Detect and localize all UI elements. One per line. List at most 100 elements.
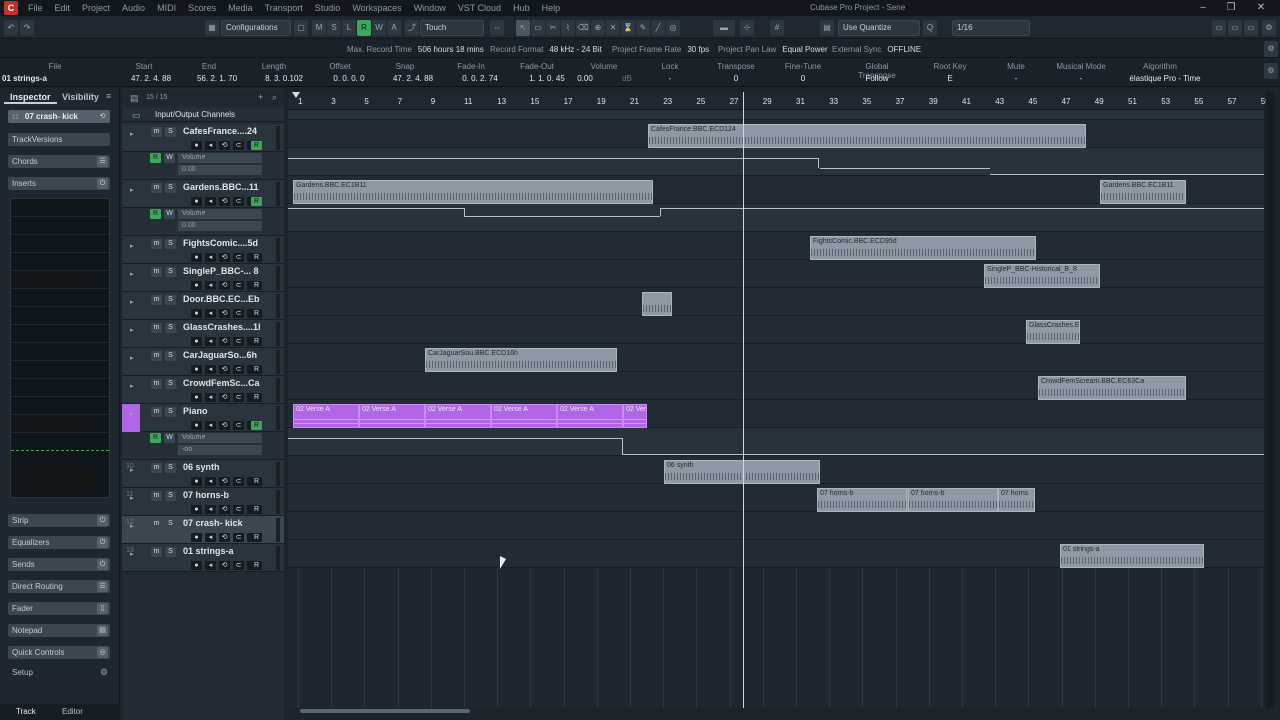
solo-button[interactable]: S [165, 547, 176, 557]
track-name[interactable]: Door.BBC.EC...Eb [183, 294, 260, 304]
track-row[interactable]: ▸mSSingleP_BBC-... 8●◂⟲⊂≡R [122, 264, 284, 292]
mute-all-button[interactable]: M [312, 20, 326, 36]
track-name[interactable]: Gardens.BBC...11 [183, 182, 259, 192]
line-tool-icon[interactable]: ╱ [651, 20, 665, 36]
audio-event[interactable]: 06 synth [664, 460, 820, 484]
monitor-icon[interactable]: ◂ [205, 365, 216, 374]
mute-button[interactable]: m [151, 127, 162, 137]
quantize-value-dropdown[interactable]: 1/16 [952, 20, 1030, 36]
automation-lane[interactable] [288, 148, 1264, 176]
split-tool-icon[interactable]: ✂ [546, 20, 560, 36]
monitor-icon[interactable]: ◂ [205, 337, 216, 346]
read-automation-icon[interactable]: R [251, 309, 262, 318]
lock-icon[interactable]: ⊂ [233, 365, 244, 374]
write-automation-button[interactable]: W [372, 20, 386, 36]
fader-icon[interactable]: ▯ [97, 603, 108, 614]
expand-track-icon[interactable]: ▸ [130, 242, 134, 250]
automation-lane-header[interactable]: R W Volume -oo [122, 432, 284, 460]
monitor-icon[interactable]: ◂ [205, 309, 216, 318]
audio-event[interactable]: 07 horns-b [817, 488, 907, 512]
bottom-tab-editor[interactable]: Editor [62, 707, 83, 716]
read-automation-icon[interactable]: R [251, 281, 262, 290]
section-quick-controls[interactable]: Quick Controls ◎ [8, 646, 110, 659]
monitor-icon[interactable]: ◂ [205, 477, 216, 486]
glue-tool-icon[interactable]: ⌇ [561, 20, 575, 36]
lock-icon[interactable]: ⊂ [233, 337, 244, 346]
menu-transport[interactable]: Transport [259, 3, 309, 13]
audio-event[interactable]: 01 strings-a [1060, 544, 1204, 568]
expand-track-icon[interactable]: ▸ [130, 270, 134, 278]
read-automation-button[interactable]: R [357, 20, 371, 36]
configurations-dropdown[interactable]: Configurations [221, 20, 291, 36]
object-selection-tool-icon[interactable]: ↖ [516, 20, 530, 36]
timebase-icon[interactable]: ⟲ [219, 141, 230, 150]
track-name[interactable]: Piano [183, 406, 208, 416]
automation-write-icon[interactable]: W [164, 433, 175, 443]
timebase-icon[interactable]: ⟲ [219, 365, 230, 374]
redo-icon[interactable]: ↷ [20, 20, 34, 36]
lock-icon[interactable]: ⊂ [233, 505, 244, 514]
tab-visibility[interactable]: Visibility [56, 90, 105, 104]
close-icon[interactable]: ✕ [1248, 0, 1274, 16]
maximize-icon[interactable]: ❐ [1218, 0, 1244, 16]
quick-controls-icon[interactable]: ◎ [97, 647, 108, 658]
timebase-icon[interactable]: ⟲ [219, 197, 230, 206]
section-notepad[interactable]: Notepad ▤ [8, 624, 110, 637]
timebase-icon[interactable]: ⟲ [219, 505, 230, 514]
solo-button[interactable]: S [165, 407, 176, 417]
midi-part[interactable]: 02 Verse A [425, 404, 491, 428]
read-automation-icon[interactable]: R [251, 393, 262, 402]
listen-button[interactable]: L [342, 20, 356, 36]
lock-icon[interactable]: ⊂ [233, 533, 244, 542]
monitor-icon[interactable]: ◂ [205, 505, 216, 514]
section-chords[interactable]: Chords ☰ [8, 155, 110, 168]
track-lane[interactable] [288, 484, 1264, 512]
automation-parameter[interactable]: Volume [178, 433, 262, 443]
timebase-icon[interactable]: ⟲ [219, 393, 230, 402]
solo-button[interactable]: S [165, 183, 176, 193]
record-enable-icon[interactable]: ● [191, 253, 202, 262]
automation-lane[interactable] [288, 428, 1264, 456]
audio-event[interactable]: FightsComic.BBC.ECD95d [810, 236, 1036, 260]
mute-tool-icon[interactable]: ✕ [606, 20, 620, 36]
automation-mode-dropdown[interactable]: Touch [420, 20, 484, 36]
mute-button[interactable]: m [151, 379, 162, 389]
audio-event[interactable] [642, 292, 672, 316]
track-name[interactable]: FightsComic....5d [183, 238, 258, 248]
timebase-icon[interactable]: ⟲ [219, 309, 230, 318]
automation-curve[interactable] [820, 168, 990, 169]
lock-icon[interactable]: ⊂ [233, 141, 244, 150]
expand-track-icon[interactable]: ▸ [130, 326, 134, 334]
info-global-transpose-value[interactable]: Follow [842, 74, 912, 83]
solo-button[interactable]: S [165, 519, 176, 529]
tab-inspector[interactable]: Inspector [4, 90, 57, 104]
menu-scores[interactable]: Scores [182, 3, 222, 13]
track-name[interactable]: 01 strings-a [183, 546, 234, 556]
lock-icon[interactable]: ⊂ [233, 393, 244, 402]
record-enable-icon[interactable]: ● [191, 421, 202, 430]
monitor-icon[interactable]: ◂ [205, 533, 216, 542]
automation-curve[interactable] [818, 158, 819, 168]
info-musical-mode-value[interactable]: - [1046, 74, 1116, 83]
mute-button[interactable]: m [151, 491, 162, 501]
monitor-icon[interactable]: ◂ [205, 393, 216, 402]
read-automation-icon[interactable]: R [251, 505, 262, 514]
automation-write-icon[interactable]: W [164, 153, 175, 163]
record-format[interactable]: Record Format 48 kHz - 24 Bit [490, 45, 602, 54]
audio-event[interactable]: SingleP_BBC-Historical_B_8 [984, 264, 1100, 288]
automation-value[interactable]: 0.00 [178, 221, 262, 231]
info-file-value[interactable]: 01 strings-a [2, 74, 72, 83]
mute-button[interactable]: m [151, 463, 162, 473]
read-automation-icon[interactable]: R [251, 533, 262, 542]
track-name[interactable]: CafesFrance....24 [183, 126, 257, 136]
automation-mode-icon[interactable]: ⤴ [405, 20, 419, 36]
automation-curve[interactable] [288, 438, 622, 439]
routing-icon[interactable]: ☰ [97, 581, 108, 592]
track-lane[interactable] [288, 512, 1264, 540]
read-automation-icon[interactable]: R [251, 561, 262, 570]
record-enable-icon[interactable]: ● [191, 281, 202, 290]
zoom-tool-icon[interactable]: ⊕ [591, 20, 605, 36]
draw-tool-icon[interactable]: ✎ [636, 20, 650, 36]
quantize-type-dropdown[interactable]: Use Quantize [838, 20, 920, 36]
timebase-icon[interactable]: ⟲ [219, 561, 230, 570]
